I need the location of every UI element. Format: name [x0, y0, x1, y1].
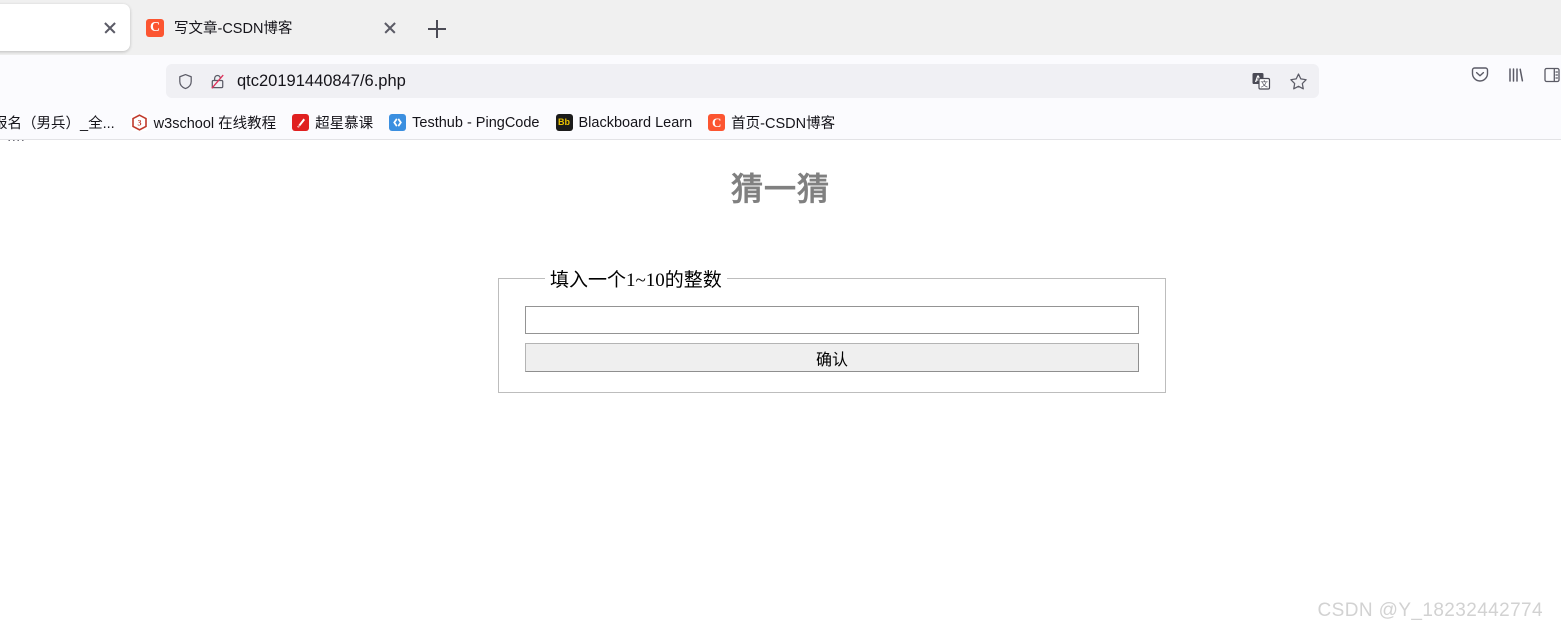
- tab-0[interactable]: [0, 4, 130, 51]
- bookmark-item-4-label: Blackboard Learn: [578, 114, 693, 131]
- w3school-icon: 3: [130, 114, 148, 131]
- url-text[interactable]: qtc20191440847/6.php: [237, 72, 1250, 91]
- bookmark-item-1[interactable]: 3 w3school 在线教程: [125, 110, 282, 136]
- testhub-icon: [389, 114, 407, 131]
- tab-strip: C 写文章-CSDN博客: [0, 0, 1561, 55]
- bookmark-item-5[interactable]: C 首页-CSDN博客: [702, 110, 841, 136]
- page-title: 猜一猜: [730, 170, 830, 208]
- bookmarks-bar: 报名（男兵）_全... 3 w3school 在线教程 超星慕课 Testhub…: [0, 106, 1561, 140]
- guess-fieldset: 填入一个1~10的整数 确认: [498, 265, 1166, 393]
- sidebar-icon[interactable]: [1541, 64, 1561, 86]
- chaoxing-icon: [292, 114, 310, 131]
- tab-1-title: 写文章-CSDN博客: [174, 21, 293, 37]
- address-bar[interactable]: qtc20191440847/6.php A 文: [166, 64, 1319, 98]
- confirm-button[interactable]: 确认: [525, 343, 1139, 372]
- csdn-watermark: CSDN @Y_18232442774: [1317, 600, 1543, 621]
- bookmark-item-2-label: 超星慕课: [315, 116, 374, 132]
- guess-fieldset-legend: 填入一个1~10的整数: [550, 270, 722, 291]
- lock-crossed-icon[interactable]: [208, 72, 227, 91]
- svg-text:3: 3: [137, 119, 141, 128]
- bookmark-item-3[interactable]: Testhub - PingCode: [383, 110, 545, 136]
- guess-form: 填入一个1~10的整数 确认: [498, 265, 1166, 393]
- tab-1-close-icon[interactable]: [378, 16, 402, 40]
- bookmark-item-0[interactable]: 报名（男兵）_全...: [0, 110, 121, 136]
- page-content: 猜一猜 填入一个1~10的整数 确认 CSDN @Y_18232442774: [0, 141, 1561, 634]
- bookmark-item-1-label: w3school 在线教程: [153, 116, 277, 132]
- csdn-icon: C: [708, 114, 726, 131]
- pocket-icon[interactable]: [1469, 64, 1491, 86]
- guess-number-input[interactable]: [525, 306, 1139, 334]
- new-tab-button[interactable]: [424, 16, 450, 42]
- shield-icon[interactable]: [176, 72, 195, 91]
- bookmark-item-4[interactable]: Bb Blackboard Learn: [550, 110, 699, 136]
- csdn-icon: C: [146, 18, 164, 37]
- translate-icon[interactable]: A 文: [1250, 70, 1272, 92]
- bookmark-item-2[interactable]: 超星慕课: [286, 110, 379, 136]
- bookmark-item-3-label: Testhub - PingCode: [412, 114, 540, 131]
- tab-0-close-icon[interactable]: [98, 16, 122, 40]
- library-icon[interactable]: [1505, 64, 1527, 86]
- star-icon[interactable]: [1288, 71, 1309, 92]
- svg-text:文: 文: [1260, 79, 1268, 89]
- tab-1[interactable]: C 写文章-CSDN博客: [138, 4, 410, 51]
- toolbar-right-icons: [1469, 64, 1560, 86]
- blackboard-icon: Bb: [555, 114, 573, 131]
- browser-window: C 写文章-CSDN博客 qtc20191440847/6.php A 文 报名…: [0, 0, 1561, 634]
- bookmark-item-0-label: 报名（男兵）_全...: [0, 116, 115, 132]
- bookmark-item-5-label: 首页-CSDN博客: [731, 116, 836, 132]
